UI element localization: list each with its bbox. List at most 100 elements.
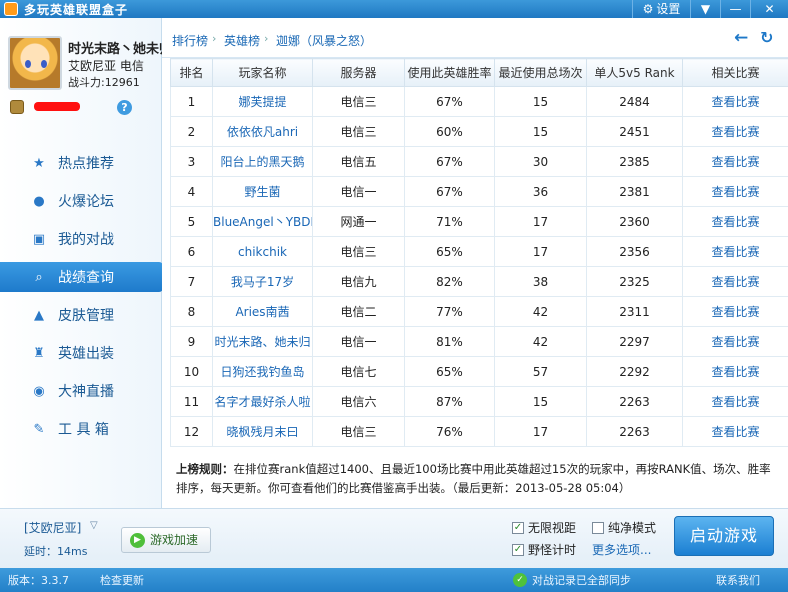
armor-icon: ♜ — [33, 345, 45, 361]
checkbox-unlimited-view[interactable]: ✓ — [512, 521, 524, 534]
nav-item-my-matches[interactable]: ▣ 我的对战 — [0, 220, 162, 258]
cell-player-name[interactable]: 我马子17岁 — [212, 266, 313, 297]
cell-player-name[interactable]: Aries南茜 — [212, 296, 313, 327]
launch-game-button[interactable]: 启动游戏 — [674, 516, 774, 556]
cell-winrate: 81% — [404, 326, 495, 357]
game-accelerate-button[interactable]: ▶ 游戏加速 — [121, 527, 211, 553]
main-panel: 排行榜 › 英雄榜 › 迦娜（风暴之怒） ← ↻ 排名 玩家名称 服务器 使用此… — [162, 18, 788, 508]
cell-player-name[interactable]: chikchik — [212, 236, 313, 267]
nav-label: 战绩查询 — [58, 270, 114, 286]
cell-winrate: 65% — [404, 236, 495, 267]
cell-player-name[interactable]: BlueAngel丶YBDL — [212, 206, 313, 237]
cell-games: 17 — [494, 206, 587, 237]
cell-solo-rank: 2297 — [586, 326, 683, 357]
view-match-link[interactable]: 查看比赛 — [682, 266, 788, 297]
cell-server: 电信九 — [312, 266, 405, 297]
app-logo — [4, 2, 18, 16]
nav-item-builds[interactable]: ♜ 英雄出装 — [0, 334, 162, 372]
breadcrumb-leaderboard[interactable]: 排行榜 — [172, 32, 208, 49]
option-jungle-timer[interactable]: ✓ 野怪计时 — [512, 541, 576, 558]
table-row: 1 娜芙提提 电信三 67% 15 2484 查看比赛 — [170, 86, 788, 117]
close-button[interactable]: ✕ — [750, 0, 788, 18]
view-match-link[interactable]: 查看比赛 — [682, 176, 788, 207]
table-row: 10 日狗还我钓鱼岛 电信七 65% 57 2292 查看比赛 — [170, 356, 788, 387]
close-icon: ✕ — [764, 2, 775, 16]
view-match-link[interactable]: 查看比赛 — [682, 416, 788, 447]
view-match-link[interactable]: 查看比赛 — [682, 146, 788, 177]
settings-label: 设置 — [656, 2, 681, 16]
chevron-down-icon[interactable]: ▽ — [90, 520, 98, 531]
check-update-link[interactable]: 检查更新 — [100, 572, 144, 588]
checkbox-pure-mode[interactable] — [592, 521, 604, 534]
col-header-matches: 相关比赛 — [682, 58, 788, 87]
nav-label: 工 具 箱 — [58, 422, 109, 438]
view-match-link[interactable]: 查看比赛 — [682, 116, 788, 147]
cell-solo-rank: 2356 — [586, 236, 683, 267]
view-match-link[interactable]: 查看比赛 — [682, 296, 788, 327]
wrench-icon: ✎ — [33, 421, 45, 437]
menu-button[interactable]: ▼ — [690, 0, 720, 18]
latency-label: 延时：14ms — [24, 545, 88, 558]
cell-solo-rank: 2484 — [586, 86, 683, 117]
cell-player-name[interactable]: 时光末路、她未归 — [212, 326, 313, 357]
chevron-down-icon: ▼ — [700, 2, 711, 16]
breadcrumb-hero-board[interactable]: 英雄榜 — [224, 32, 260, 49]
view-match-link[interactable]: 查看比赛 — [682, 326, 788, 357]
contact-link[interactable]: 联系我们 — [716, 572, 760, 588]
cell-player-name[interactable]: 日狗还我钓鱼岛 — [212, 356, 313, 387]
cell-games: 42 — [494, 296, 587, 327]
cell-server: 电信五 — [312, 146, 405, 177]
checkbox-jungle-timer[interactable]: ✓ — [512, 543, 524, 556]
cell-winrate: 65% — [404, 356, 495, 387]
cell-games: 15 — [494, 386, 587, 417]
view-match-link[interactable]: 查看比赛 — [682, 86, 788, 117]
option-pure-mode[interactable]: 纯净模式 — [592, 519, 656, 536]
col-header-player: 玩家名称 — [212, 58, 313, 87]
cell-player-name[interactable]: 名字才最好杀人啦 — [212, 386, 313, 417]
view-match-link[interactable]: 查看比赛 — [682, 356, 788, 387]
settings-button[interactable]: ⚙ 设置 — [632, 0, 690, 18]
nav-item-toolbox[interactable]: ✎ 工 具 箱 — [0, 410, 162, 448]
accelerate-label: 游戏加速 — [150, 533, 199, 547]
server-select[interactable]: [艾欧尼亚] — [24, 519, 81, 536]
col-header-solo-rank: 单人5v5 Rank — [586, 58, 683, 87]
minimize-button[interactable]: — — [720, 0, 750, 18]
more-options-link[interactable]: 更多选项... — [592, 541, 651, 558]
nav-item-skins[interactable]: ▲ 皮肤管理 — [0, 296, 162, 334]
cell-player-name[interactable]: 野生菌 — [212, 176, 313, 207]
cell-games: 17 — [494, 416, 587, 447]
cell-winrate: 87% — [404, 386, 495, 417]
help-icon[interactable]: ? — [117, 100, 132, 115]
avatar[interactable] — [8, 36, 62, 90]
cell-rank: 12 — [170, 416, 213, 447]
nav-item-forum[interactable]: ● 火爆论坛 — [0, 182, 162, 220]
cell-games: 36 — [494, 176, 587, 207]
table-row: 5 BlueAngel丶YBDL 网通一 71% 17 2360 查看比赛 — [170, 206, 788, 237]
status-bar: 版本：3.3.7 检查更新 ✓ 对战记录已全部同步 联系我们 — [0, 568, 788, 592]
cell-player-name[interactable]: 阳台上的黑天鹅 — [212, 146, 313, 177]
cell-winrate: 71% — [404, 206, 495, 237]
nav-item-hot[interactable]: ★ 热点推荐 — [0, 144, 162, 182]
nav-item-record-search[interactable]: ⌕ 战绩查询 — [0, 262, 163, 292]
cell-solo-rank: 2263 — [586, 386, 683, 417]
nav-label: 热点推荐 — [58, 156, 114, 172]
col-header-games: 最近使用总场次 — [494, 58, 587, 87]
option-unlimited-view[interactable]: ✓ 无限视距 — [512, 519, 576, 536]
cell-server: 电信三 — [312, 86, 405, 117]
play-circle-icon: ◉ — [33, 383, 45, 399]
back-arrow-icon[interactable]: ← — [734, 28, 748, 48]
cell-player-name[interactable]: 娜芙提提 — [212, 86, 313, 117]
nav-label: 大神直播 — [58, 384, 114, 400]
view-match-link[interactable]: 查看比赛 — [682, 386, 788, 417]
nav-item-live[interactable]: ◉ 大神直播 — [0, 372, 162, 410]
view-match-link[interactable]: 查看比赛 — [682, 236, 788, 267]
cell-server: 电信六 — [312, 386, 405, 417]
cell-player-name[interactable]: 晓枫残月末曰 — [212, 416, 313, 447]
table-row: 11 名字才最好杀人啦 电信六 87% 15 2263 查看比赛 — [170, 386, 788, 417]
refresh-icon[interactable]: ↻ — [760, 28, 773, 47]
nav-label: 皮肤管理 — [58, 308, 114, 324]
view-match-link[interactable]: 查看比赛 — [682, 206, 788, 237]
cell-player-name[interactable]: 依依依凡ahri — [212, 116, 313, 147]
sidebar: 时光末路丶她未归 艾欧尼亚 电信 战斗力:12961 ? ★ 热点推荐 ● 火爆论坛… — [0, 18, 163, 508]
ranking-rules: 上榜规则：在排位赛rank值超过1400、且最近100场比赛中用此英雄超过15次… — [176, 460, 776, 498]
